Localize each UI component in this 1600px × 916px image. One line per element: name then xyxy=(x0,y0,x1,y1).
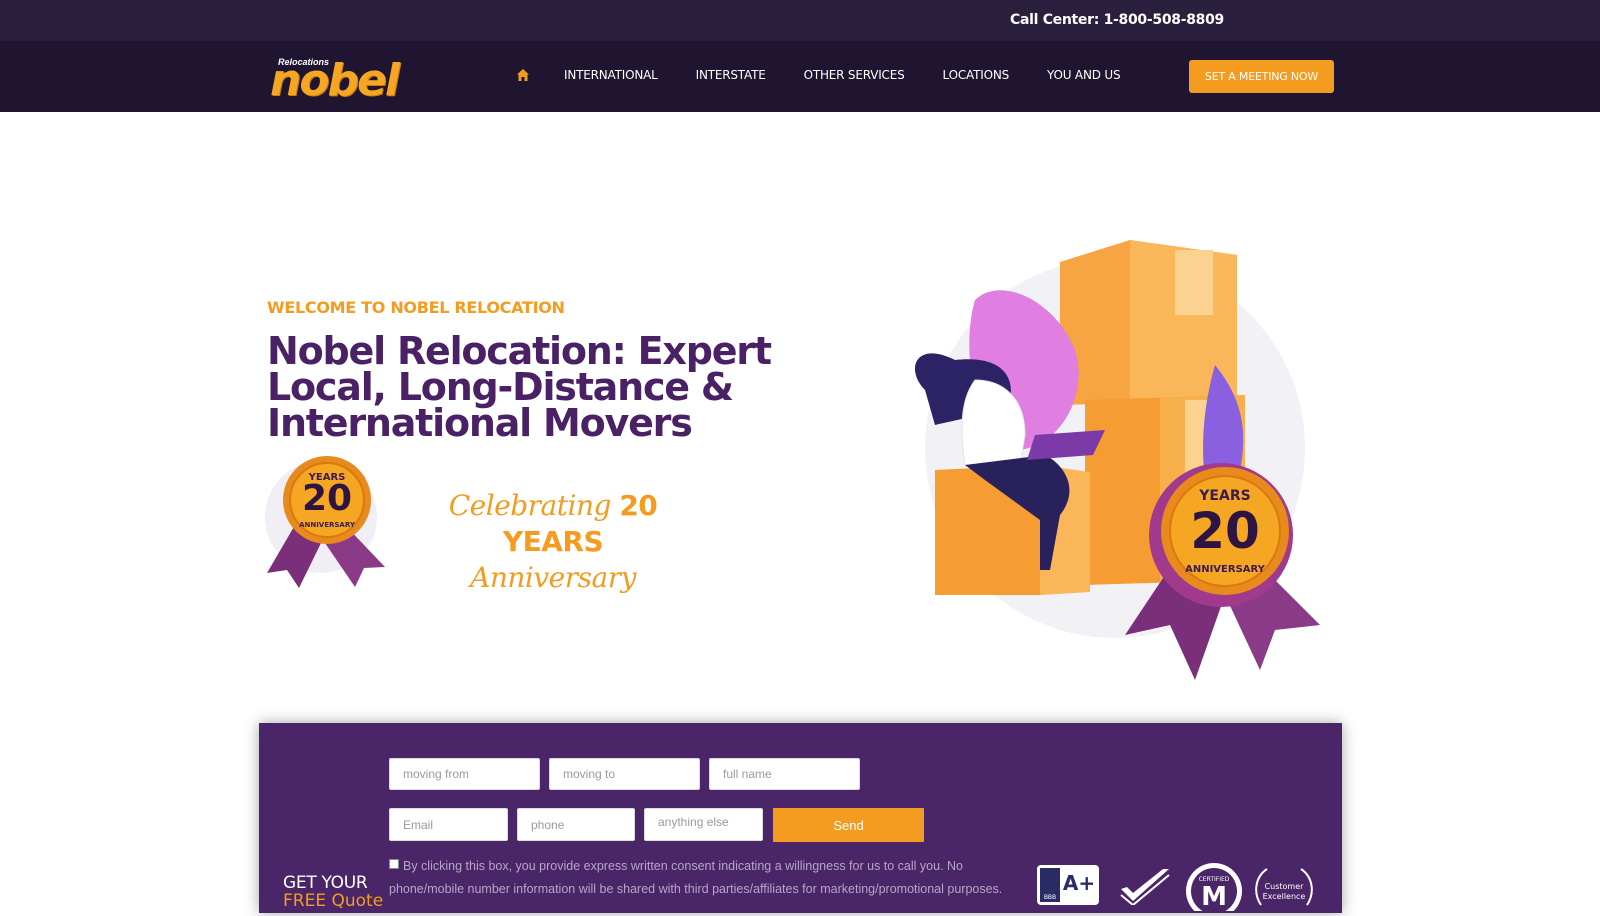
celebrate-text: Celebrating 20 YEARS Anniversary xyxy=(408,488,698,596)
nobel-logo[interactable]: Relocations nobel xyxy=(270,57,425,103)
customer-label: Customer xyxy=(1265,882,1305,891)
nav-locations[interactable]: LOCATIONS xyxy=(943,68,1010,82)
nav-international[interactable]: INTERNATIONAL xyxy=(564,68,658,82)
moving-to-input[interactable]: moving to xyxy=(549,758,700,790)
set-meeting-button[interactable]: SET A MEETING NOW xyxy=(1189,60,1334,93)
bbb-rating: A+ xyxy=(1063,871,1095,895)
customer-excellence-icon: Customer Excellence xyxy=(1251,865,1317,914)
certified-mover-icon: CERTIFIED M xyxy=(1184,861,1244,916)
nav-menu: INTERNATIONAL INTERSTATE OTHER SERVICES … xyxy=(516,68,1158,82)
badge-small-number: 20 xyxy=(302,478,352,519)
hero-eyebrow: WELCOME TO NOBEL RELOCATION xyxy=(267,298,565,317)
badge-small-bottom: ANNIVERSARY xyxy=(299,521,356,529)
celebrate-suffix: Anniversary xyxy=(470,561,636,594)
hero-illustration: YEARS 20 ANNIVERSARY xyxy=(905,240,1345,685)
nav-you-and-us[interactable]: YOU AND US xyxy=(1047,68,1121,82)
nav-other-services[interactable]: OTHER SERVICES xyxy=(804,68,905,82)
phone-input[interactable]: phone xyxy=(517,808,635,841)
anniversary-badge-small: YEARS 20 ANNIVERSARY xyxy=(265,455,395,595)
home-icon[interactable] xyxy=(516,68,530,82)
main-navbar: Relocations nobel INTERNATIONAL INTERSTA… xyxy=(0,41,1600,112)
quote-form-panel: moving from moving to full name Email ph… xyxy=(259,723,1342,916)
consent-text: By clicking this box, you provide expres… xyxy=(389,855,1034,901)
moving-from-input[interactable]: moving from xyxy=(389,758,540,790)
email-input[interactable]: Email xyxy=(389,808,508,841)
svg-text:M: M xyxy=(1201,882,1227,911)
get-your-heading: GET YOUR xyxy=(283,873,368,893)
full-name-input[interactable]: full name xyxy=(709,758,860,790)
top-bar: Call Center: 1-800-508-8809 xyxy=(0,0,1600,41)
hero-headline: Nobel Relocation: Expert Local, Long-Dis… xyxy=(267,329,772,445)
call-center-text[interactable]: Call Center: 1-800-508-8809 xyxy=(1010,12,1224,28)
badge-large-bottom: ANNIVERSARY xyxy=(1185,564,1266,575)
logo-big-text: nobel xyxy=(270,55,400,106)
send-button[interactable]: Send xyxy=(773,808,924,842)
checkmark-certification-icon xyxy=(1119,865,1173,910)
free-quote-heading: FREE Quote xyxy=(283,891,384,911)
consent-checkbox[interactable] xyxy=(389,859,399,869)
anything-else-textarea[interactable]: anything else xyxy=(644,808,763,841)
nav-interstate[interactable]: INTERSTATE xyxy=(696,68,766,82)
bbb-accreditation-icon: A+ BBB xyxy=(1037,865,1101,910)
consent-label: By clicking this box, you provide expres… xyxy=(389,859,1003,896)
celebrate-prefix: Celebrating xyxy=(448,489,620,522)
badge-large-number: 20 xyxy=(1190,502,1260,560)
